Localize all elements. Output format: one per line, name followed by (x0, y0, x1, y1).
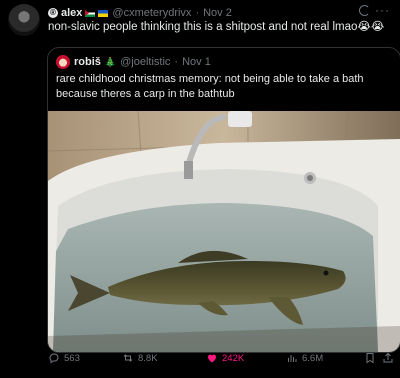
flag-icon (85, 9, 96, 17)
reply-button[interactable]: 563 (48, 352, 80, 364)
like-count: 242K (222, 352, 245, 364)
user-handle[interactable]: @cxmeterydrivx (112, 7, 191, 19)
timestamp[interactable]: Nov 2 (203, 7, 232, 19)
separator-dot: · (195, 7, 200, 19)
views-count: 6.6M (302, 352, 324, 364)
reply-icon (49, 353, 59, 364)
heart-icon (207, 354, 217, 363)
ukraine-flag-icon (98, 9, 109, 17)
separator-dot: · (174, 56, 179, 68)
views-button[interactable]: 6.6M (286, 352, 323, 364)
repost-count: 8.8K (138, 352, 158, 364)
username[interactable]: alex (61, 7, 82, 19)
action-bar: 563 8.8K 242K 6.6M (48, 352, 394, 368)
quoted-text: rare childhood christmas memory: not bei… (56, 73, 364, 100)
share-button[interactable] (382, 352, 394, 364)
repost-button[interactable]: 8.8K (122, 352, 158, 364)
views-icon (288, 355, 297, 362)
quoted-avatar (56, 55, 70, 69)
like-button[interactable]: 242K (206, 352, 244, 364)
quoted-handle: @joeltistic (120, 56, 171, 68)
tweet-text: non-slavic people thinking this is a shi… (48, 21, 385, 33)
quoted-username: robiš (74, 56, 101, 68)
share-icon (383, 352, 393, 363)
avatar[interactable] (8, 4, 40, 36)
quoted-tweet[interactable]: robiš 🎄 @joeltistic · Nov 1 rare childho… (47, 47, 400, 353)
tweet-header: ® alex @cxmeterydrivx · Nov 2 (48, 5, 390, 21)
quoted-timestamp: Nov 1 (182, 56, 211, 68)
christmas-tree-icon: 🎄 (104, 56, 117, 67)
bookmark-icon (366, 353, 374, 364)
repost-icon (123, 354, 133, 362)
quoted-header: robiš 🎄 @joeltistic · Nov 1 (56, 55, 211, 69)
carp-in-bathtub-photo[interactable] (48, 111, 400, 352)
bookmark-button[interactable] (364, 352, 376, 364)
verified-icon: ® (48, 8, 58, 18)
reply-count: 563 (64, 352, 80, 364)
grok-icon[interactable] (359, 5, 370, 16)
more-icon[interactable]: ··· (375, 3, 390, 17)
